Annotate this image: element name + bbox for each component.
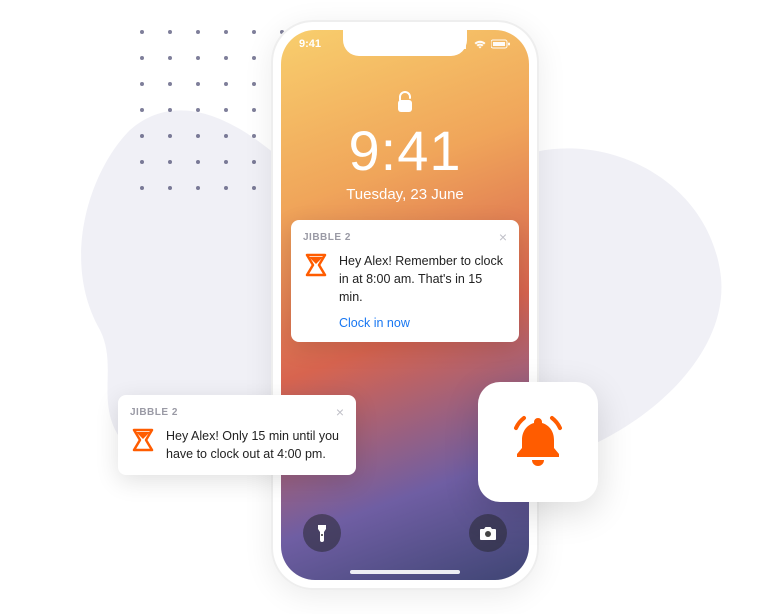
notification-message: Hey Alex! Only 15 min until you have to … xyxy=(166,427,344,463)
signal-icon xyxy=(455,39,469,49)
notification-card-main[interactable]: JIBBLE 2 × Hey Alex! Remember to clock i… xyxy=(291,220,519,342)
clock-in-now-link[interactable]: Clock in now xyxy=(339,316,507,330)
jibble-app-icon xyxy=(130,427,156,453)
battery-icon xyxy=(491,39,511,49)
notification-card-float[interactable]: JIBBLE 2 × Hey Alex! Only 15 min until y… xyxy=(118,395,356,475)
phone-frame: 9:41 9:41 Tuesday, 23 June JIBBLE 2 × He… xyxy=(271,20,539,590)
close-icon[interactable]: × xyxy=(499,230,507,244)
wifi-icon xyxy=(473,39,487,49)
flashlight-button[interactable] xyxy=(303,514,341,552)
status-bar: 9:41 xyxy=(299,38,511,50)
bell-icon xyxy=(502,406,574,478)
lock-icon xyxy=(395,90,415,119)
status-icons xyxy=(455,38,511,50)
jibble-app-icon xyxy=(303,252,329,278)
status-time: 9:41 xyxy=(299,38,321,50)
camera-icon xyxy=(478,525,498,541)
close-icon[interactable]: × xyxy=(336,405,344,419)
lockscreen-date: Tuesday, 23 June xyxy=(281,186,529,203)
bell-card xyxy=(478,382,598,502)
notification-app-name: JIBBLE 2 xyxy=(303,232,351,243)
flashlight-icon xyxy=(314,523,330,543)
notification-app-name: JIBBLE 2 xyxy=(130,407,178,418)
notification-message: Hey Alex! Remember to clock in at 8:00 a… xyxy=(339,252,507,306)
home-indicator[interactable] xyxy=(350,570,460,574)
lockscreen-time: 9:41 xyxy=(281,118,529,183)
camera-button[interactable] xyxy=(469,514,507,552)
